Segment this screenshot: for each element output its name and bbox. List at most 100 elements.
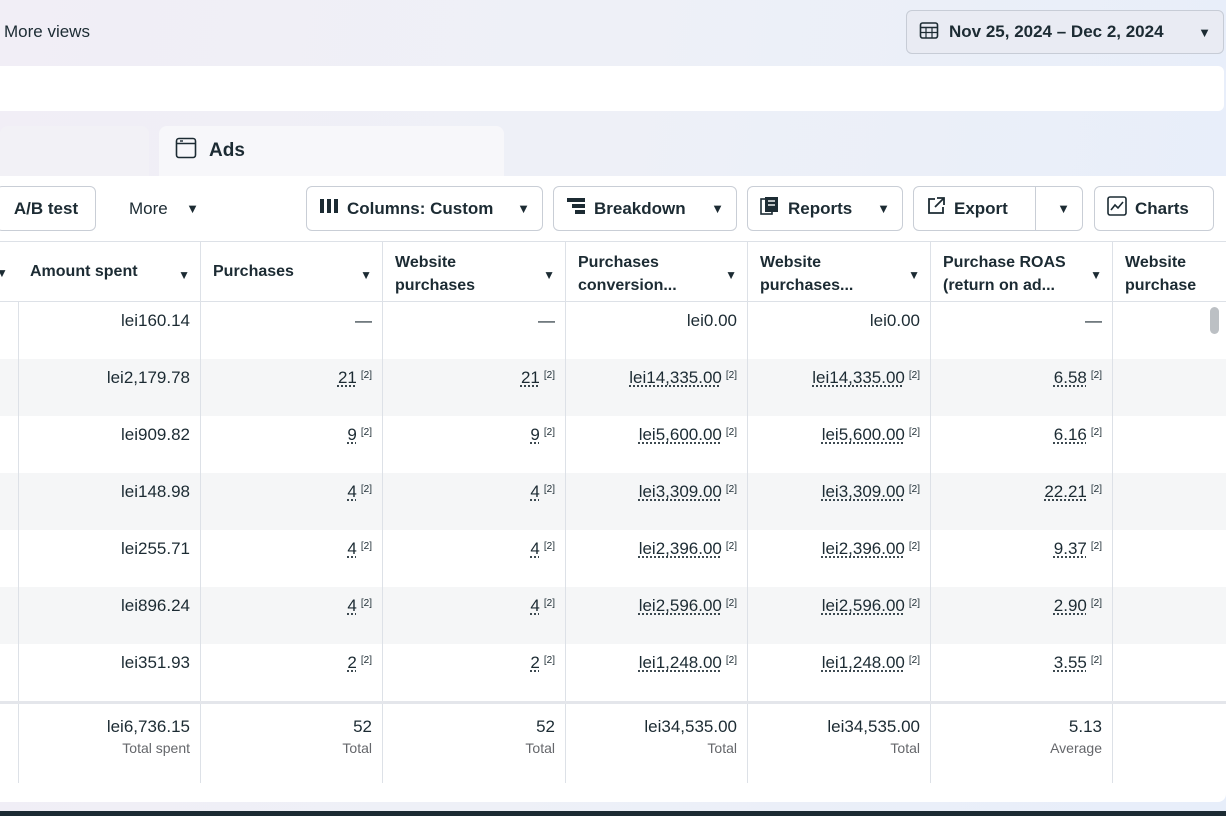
search-filter-bar[interactable] [0, 66, 1224, 111]
cell-purchases-conversion[interactable]: lei2,596.00 [639, 596, 722, 615]
footnote-marker: [2] [725, 655, 737, 666]
ads-table: ▼ Amount spent ▼ Purchases ▼ Website pur… [0, 241, 1226, 783]
sort-icon[interactable]: ▼ [0, 266, 8, 280]
sort-icon[interactable]: ▼ [908, 264, 920, 287]
footnote-marker: [2] [543, 541, 555, 552]
total-label: Total [890, 740, 920, 756]
column-header-label: Website purchase RO [1125, 254, 1197, 302]
cell-website-purchases-value[interactable]: lei3,309.00 [822, 482, 905, 501]
cell-website-purchases-value[interactable]: lei2,596.00 [822, 596, 905, 615]
column-header-label: Website purchases [395, 254, 476, 294]
footnote-marker: [2] [908, 370, 920, 381]
export-label: Export [954, 198, 1008, 218]
cell-website-purchases[interactable]: 4 [530, 539, 539, 558]
ab-test-label: A/B test [13, 198, 79, 218]
export-dropdown-button[interactable]: ▼ [1035, 186, 1083, 231]
cell-website-purchases[interactable]: 9 [530, 425, 539, 444]
chevron-down-icon: ▼ [1198, 24, 1211, 40]
footnote-marker: [2] [543, 370, 555, 381]
footnote-marker: [2] [543, 484, 555, 495]
column-header-purchases[interactable]: Purchases ▼ [201, 242, 383, 302]
total-value: 5.13 [1068, 717, 1102, 736]
table-totals-row: lei6,736.15 Total spent 52 Total 52 Tota… [0, 701, 1226, 783]
vertical-scrollbar-thumb[interactable] [1210, 307, 1219, 334]
cell-website-purchases[interactable]: 2 [530, 653, 539, 672]
cell-purchases-conversion[interactable]: lei2,396.00 [639, 539, 722, 558]
chevron-down-icon: ▼ [711, 201, 724, 216]
column-header-website-purchases[interactable]: Website purchases ▼ [383, 242, 566, 302]
table-row[interactable]: lei2,179.78 21 [2] 21 [2] lei14,335.00 [2] … [0, 359, 1226, 416]
cell-purchases-conversion[interactable]: lei14,335.00 [629, 368, 722, 387]
cell-website-purchases-value[interactable]: lei1,248.00 [822, 653, 905, 672]
total-value: lei34,535.00 [827, 717, 920, 736]
cell-amount-spent: lei896.24 [18, 587, 201, 644]
column-header-purchases-conversion[interactable]: Purchases conversion... ▼ [566, 242, 748, 302]
column-header-label: Website purchases... [760, 254, 854, 294]
export-button[interactable]: Export [913, 186, 1036, 231]
column-header-amount-spent[interactable]: Amount spent ▼ [18, 242, 201, 302]
cell-website-purchases[interactable]: 4 [530, 596, 539, 615]
total-label: Total spent [122, 740, 190, 756]
cell-purchases[interactable]: 2 [347, 653, 356, 672]
reports-button[interactable]: Reports ▼ [747, 186, 903, 231]
table-row[interactable]: lei255.71 4 [2] 4 [2] lei2,396.00 [2] lei2,… [0, 530, 1226, 587]
column-header-label: Purchases [213, 263, 294, 280]
cell-roas[interactable]: 3.55 [1054, 653, 1087, 672]
breakdown-button[interactable]: Breakdown ▼ [553, 186, 737, 231]
table-row[interactable]: lei909.82 9 [2] 9 [2] lei5,600.00 [2] lei5,… [0, 416, 1226, 473]
cell-roas[interactable]: 6.16 [1054, 425, 1087, 444]
cell-purchases-conversion[interactable]: lei5,600.00 [639, 425, 722, 444]
column-header-purchase-roas[interactable]: Purchase ROAS (return on ad... ▼ [931, 242, 1113, 302]
more-button[interactable]: More ▼ [116, 186, 212, 231]
sort-icon[interactable]: ▼ [1090, 264, 1102, 287]
tab-ad-sets[interactable] [0, 126, 149, 176]
ab-test-button[interactable]: A/B test [0, 186, 96, 231]
cell-amount-spent: lei351.93 [18, 644, 201, 701]
footnote-marker: [2] [1090, 598, 1102, 609]
cell-purchases[interactable]: 4 [347, 539, 356, 558]
cell-roas[interactable]: 2.90 [1054, 596, 1087, 615]
footnote-marker: [2] [360, 655, 372, 666]
cell-website-purchases-value[interactable]: lei2,396.00 [822, 539, 905, 558]
date-range-picker[interactable]: Nov 25, 2024 – Dec 2, 2024 ▼ [906, 10, 1224, 54]
chevron-down-icon: ▼ [877, 201, 890, 216]
columns-label: Columns: Custom [347, 198, 494, 218]
column-header-label: Purchase ROAS (return on ad... [943, 254, 1066, 294]
cell-purchases[interactable]: 9 [347, 425, 356, 444]
table-row[interactable]: lei351.93 2 [2] 2 [2] lei1,248.00 [2] lei1,… [0, 644, 1226, 701]
total-amount-spent: lei6,736.15 Total spent [18, 704, 201, 783]
sort-icon[interactable]: ▼ [725, 264, 737, 287]
more-views-link[interactable]: More views [4, 22, 90, 42]
external-link-icon [926, 196, 946, 221]
cell-purchases[interactable]: 4 [347, 482, 356, 501]
column-header-website-purchase-roas[interactable]: Website purchase RO [1113, 242, 1226, 302]
sort-icon[interactable]: ▼ [178, 264, 190, 287]
cell-amount-spent: lei909.82 [18, 416, 201, 473]
tab-ads[interactable]: Ads [159, 126, 504, 176]
cell-roas[interactable]: 6.58 [1054, 368, 1087, 387]
cell-roas[interactable]: 9.37 [1054, 539, 1087, 558]
cell-purchases-conversion[interactable]: lei3,309.00 [639, 482, 722, 501]
cell-website-purchases-value[interactable]: lei14,335.00 [812, 368, 905, 387]
columns-button[interactable]: Columns: Custom ▼ [306, 186, 543, 231]
cell-website-purchases[interactable]: 4 [530, 482, 539, 501]
cell-purchases-conversion[interactable]: lei1,248.00 [639, 653, 722, 672]
footnote-marker: [2] [908, 427, 920, 438]
charts-button[interactable]: Charts [1094, 186, 1214, 231]
chevron-down-icon: ▼ [517, 201, 530, 216]
column-header-label: Purchases conversion... [578, 254, 677, 294]
cell-website-purchases-value[interactable]: lei5,600.00 [822, 425, 905, 444]
sort-icon[interactable]: ▼ [360, 264, 372, 287]
sort-icon[interactable]: ▼ [543, 264, 555, 287]
cell-website-purchases[interactable]: 21 [521, 368, 540, 387]
column-header-website-purchases-value[interactable]: Website purchases... ▼ [748, 242, 931, 302]
cell-purchases[interactable]: 4 [347, 596, 356, 615]
table-row[interactable]: lei148.98 4 [2] 4 [2] lei3,309.00 [2] lei3,… [0, 473, 1226, 530]
cell-roas[interactable]: 22.21 [1044, 482, 1087, 501]
table-row[interactable]: lei160.14 — — lei0.00 lei0.00 — [0, 302, 1226, 359]
footnote-marker: [2] [1090, 655, 1102, 666]
reports-icon [760, 196, 780, 221]
cell-purchases[interactable]: 21 [338, 368, 357, 387]
total-website-purchases-value: lei34,535.00 Total [748, 704, 931, 783]
table-row[interactable]: lei896.24 4 [2] 4 [2] lei2,596.00 [2] lei2,… [0, 587, 1226, 644]
